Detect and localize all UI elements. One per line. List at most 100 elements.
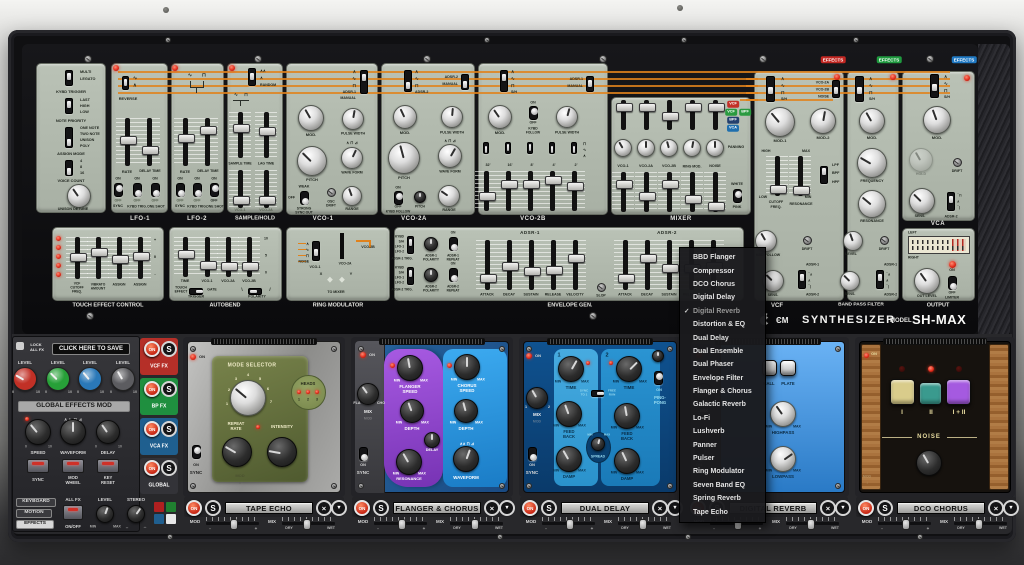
voice-count-switch[interactable] xyxy=(65,160,73,176)
vca-fx-level-knob[interactable] xyxy=(78,367,102,391)
adsr1-polarity-knob[interactable] xyxy=(424,237,438,251)
bp-fx-on-button[interactable]: ON xyxy=(144,381,160,397)
adsr1-velocity-slider[interactable] xyxy=(564,240,586,290)
vca-mod-knob[interactable] xyxy=(923,106,951,134)
menu-item-dco-chorus[interactable]: DCO Chorus xyxy=(680,278,765,291)
layout-green-button[interactable] xyxy=(166,502,176,512)
tape-echo-sync-toggle[interactable] xyxy=(192,445,201,459)
delay-mix-knob[interactable] xyxy=(526,387,548,409)
vca-fx-solo-button[interactable]: S xyxy=(161,421,177,437)
menu-item-dual-phaser[interactable]: Dual Phaser xyxy=(680,358,765,371)
vcf-resonance-slider[interactable] xyxy=(789,156,811,196)
bpf-frequency-knob[interactable] xyxy=(857,148,887,178)
vco2b-wave-switch-32[interactable] xyxy=(483,142,489,154)
intensity-knob[interactable] xyxy=(267,437,297,467)
lfo1-kybd-trig-toggle[interactable] xyxy=(133,183,142,197)
gem-waveform-knob[interactable] xyxy=(60,419,86,445)
vco1-mod-knob[interactable] xyxy=(298,105,324,131)
dual-delay-on-button[interactable]: ON xyxy=(522,500,538,516)
chorus-mode-1-2-button[interactable] xyxy=(946,379,971,405)
dco-chorus-select-button[interactable]: ▼ xyxy=(1003,500,1019,516)
tape-echo-select-button[interactable]: ▼ xyxy=(331,500,347,516)
adsr1-release-slider[interactable] xyxy=(542,240,564,290)
flanger-chorus-title-field[interactable]: FLANGER & CHORUS xyxy=(393,502,481,514)
dual-delay-mod-slider[interactable] xyxy=(542,517,595,529)
menu-item-dual-delay[interactable]: Dual Delay xyxy=(680,331,765,344)
menu-item-lo-fi[interactable]: Lo-Fi xyxy=(680,412,765,425)
bpf-resonance-knob[interactable] xyxy=(858,190,886,218)
vco2b-pulse-width-knob[interactable] xyxy=(556,106,578,128)
vco2b-8-slider[interactable] xyxy=(519,171,541,211)
dual-delay-title-field[interactable]: DUAL DELAY xyxy=(561,502,649,514)
lfo2-sync-toggle[interactable] xyxy=(176,183,185,197)
tab-keyboard[interactable]: KEYBOARD xyxy=(16,498,56,507)
mixer-dest-vco2a[interactable] xyxy=(635,100,657,130)
dual-delay-solo-button[interactable]: S xyxy=(541,500,557,516)
vco2a-mod-source-switch[interactable] xyxy=(404,70,412,92)
bp-fx-level-knob[interactable] xyxy=(46,367,70,391)
mixer-dest-vco1[interactable] xyxy=(612,100,634,130)
vcf-cutoff-slider[interactable] xyxy=(766,156,788,196)
vca-sens-knob[interactable] xyxy=(909,188,935,214)
vco1-waveform-knob[interactable] xyxy=(341,147,363,169)
digital-reverb-remove-button[interactable]: × xyxy=(820,500,836,516)
vca-fx-on-button[interactable]: ON xyxy=(144,421,160,437)
autobend-vco2a-slider[interactable] xyxy=(217,237,239,277)
mixer-pan-vco1[interactable] xyxy=(614,139,632,157)
vco2b-kybd-follow-toggle[interactable] xyxy=(529,106,538,120)
save-button[interactable]: CLICK HERE TO SAVE xyxy=(52,343,130,355)
vco2a-pw-mode-switch[interactable] xyxy=(461,74,469,90)
vco2b-mod-knob[interactable] xyxy=(488,105,512,129)
vcf-fx-solo-button[interactable]: S xyxy=(161,341,177,357)
tape-echo-remove-button[interactable]: × xyxy=(316,500,332,516)
vco1-pitch-knob[interactable] xyxy=(297,146,327,176)
mixer-pan-vco2b[interactable] xyxy=(660,139,678,157)
global-fx-solo-button[interactable]: S xyxy=(161,460,177,476)
vca-hold-knob[interactable] xyxy=(909,148,933,172)
adsr1-decay-slider[interactable] xyxy=(498,240,520,290)
autobend-vco1-slider[interactable] xyxy=(196,237,218,277)
all-fx-level-knob[interactable] xyxy=(96,505,114,523)
chorus-speed-knob[interactable] xyxy=(454,354,480,380)
lag-time-slider[interactable] xyxy=(255,112,277,158)
ringmod-x-source-switch[interactable] xyxy=(312,241,320,261)
lfo1-reverse-switch[interactable] xyxy=(122,76,129,90)
mixer-pan-ringmod[interactable] xyxy=(683,139,701,157)
tape-echo-on-button[interactable]: ON xyxy=(186,500,202,516)
vcf-filter-type-switch[interactable] xyxy=(820,166,828,184)
sh-vco2a-slider[interactable] xyxy=(255,170,277,208)
out-level-knob[interactable] xyxy=(914,268,940,294)
delay2-sync-mode-switch[interactable] xyxy=(591,390,604,397)
global-fx-on-button[interactable]: ON xyxy=(144,460,160,476)
reverb-highpass-knob[interactable] xyxy=(770,401,796,427)
tape-echo-mod-slider[interactable] xyxy=(206,517,259,529)
spread-knob[interactable] xyxy=(591,437,605,451)
menu-item-spring-reverb[interactable]: Spring Reverb xyxy=(680,492,765,505)
menu-item-panner[interactable]: Panner xyxy=(680,438,765,451)
lfo2-one-shot-toggle[interactable] xyxy=(210,183,219,197)
bpf-level-knob[interactable] xyxy=(843,231,863,251)
vco2b-wave-switch-8[interactable] xyxy=(527,142,533,154)
vco2b-wave-switch-4[interactable] xyxy=(549,142,555,154)
adsr2-repeat-toggle[interactable] xyxy=(449,268,458,282)
flanger-delay-knob[interactable] xyxy=(424,432,440,448)
vca-mod-source-switch[interactable] xyxy=(930,74,939,98)
mixer-level-vco1[interactable] xyxy=(612,172,634,212)
bp-fx-solo-button[interactable]: S xyxy=(161,381,177,397)
vca-adsr-select-switch[interactable] xyxy=(947,192,955,211)
adsr1-attack-slider[interactable] xyxy=(476,240,498,290)
dco-chorus-title-field[interactable]: DCO CHORUS xyxy=(897,502,985,514)
delay2-time-knob[interactable] xyxy=(616,356,642,382)
dco-chorus-on-button[interactable]: ON xyxy=(858,500,874,516)
bpf-sens-knob[interactable] xyxy=(840,271,860,291)
dco-chorus-mod-slider[interactable] xyxy=(878,517,931,529)
delay1-time-knob[interactable] xyxy=(558,356,584,382)
mixer-level-noise[interactable] xyxy=(704,172,726,212)
reverb-lowpass-knob[interactable] xyxy=(770,446,796,472)
bpf-mod-knob[interactable] xyxy=(859,108,885,134)
noise-color-toggle[interactable] xyxy=(733,189,742,203)
menu-item-flanger-chorus[interactable]: Flanger & Chorus xyxy=(680,385,765,398)
menu-item-lushverb[interactable]: Lushverb xyxy=(680,425,765,438)
chorus-waveform-knob[interactable] xyxy=(453,446,479,472)
mode-selector-knob[interactable] xyxy=(230,380,266,416)
